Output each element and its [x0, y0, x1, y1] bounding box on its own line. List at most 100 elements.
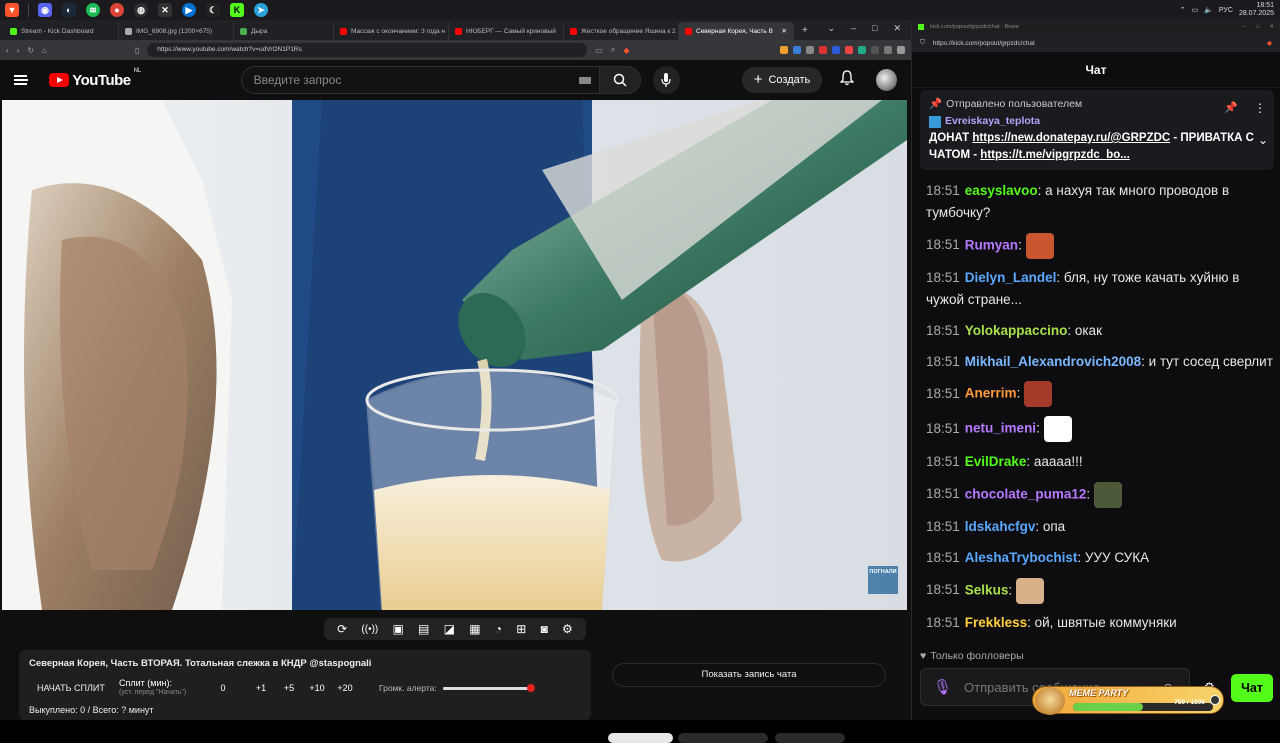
extension-icon[interactable] — [897, 46, 905, 54]
extension-icon[interactable] — [845, 46, 853, 54]
message-username[interactable]: chocolate_puma12 — [965, 486, 1087, 501]
search-button[interactable] — [599, 66, 642, 94]
message-username[interactable]: Mikhail_Alexandrovich2008 — [965, 354, 1141, 369]
close-window-icon[interactable]: ✕ — [1269, 24, 1274, 30]
increment-1-button[interactable]: +1 — [247, 683, 275, 693]
message-username[interactable]: ldskahcfgv — [965, 519, 1036, 534]
telegram-link[interactable]: https://t.me/vipgrpzdc_bo... — [980, 149, 1130, 161]
expand-chevron-icon[interactable]: ⌄ — [1258, 132, 1268, 149]
keyboard-lang[interactable]: РУС — [1219, 7, 1233, 14]
epic-icon[interactable]: ✕ — [158, 3, 172, 17]
chrome-icon[interactable]: ● — [110, 3, 124, 17]
message-username[interactable]: AleshaTrybochist — [965, 550, 1078, 565]
emote-icon[interactable] — [1093, 481, 1122, 508]
more-options-icon[interactable]: ⋮ — [1254, 100, 1266, 117]
broadcast-icon[interactable]: ((•)) — [361, 624, 378, 635]
ps-remote-icon[interactable]: ▶ — [182, 3, 196, 17]
start-split-button[interactable]: НАЧАТЬ СПЛИТ — [29, 683, 119, 693]
chat-url[interactable]: https://kick.com/popout/grpzdc/chat — [933, 40, 1035, 47]
obs-icon[interactable]: ◍ — [134, 3, 148, 17]
film-icon[interactable]: ▤ — [418, 622, 429, 636]
telegram-icon[interactable]: ➤ — [254, 3, 268, 17]
search-input[interactable]: Введите запрос — [240, 66, 600, 94]
video-player[interactable]: ПОГНАЛИ — [2, 100, 907, 610]
alert-volume-slider[interactable] — [442, 684, 535, 692]
message-username[interactable]: Yolokappaccino — [965, 323, 1068, 338]
tab-6-active[interactable]: Северная Корея, Часть В ✕ — [679, 22, 794, 40]
extension-icon[interactable] — [780, 46, 788, 54]
extension-icon[interactable] — [858, 46, 866, 54]
emote-icon[interactable] — [1024, 381, 1053, 408]
increment-20-button[interactable]: +20 — [331, 683, 359, 693]
url-field[interactable]: https://www.youtube.com/watch?v=udVrON1P… — [147, 43, 588, 57]
clock[interactable]: 18:51 28.07.2025 — [1239, 2, 1274, 18]
tab-0[interactable]: Stream - Kick Dashboard — [4, 22, 119, 40]
share-icon[interactable]: ▭ — [595, 46, 603, 55]
steam-icon[interactable]: ◐ — [62, 3, 76, 17]
send-chat-button[interactable]: Чат — [1231, 674, 1273, 702]
create-button[interactable]: + Создать — [741, 67, 823, 93]
resize-icon[interactable]: ◪ — [444, 622, 455, 636]
close-icon[interactable]: ✕ — [782, 27, 787, 35]
chip[interactable] — [775, 733, 845, 743]
brave-icon[interactable]: ▼ — [5, 3, 19, 17]
screen-eye-icon[interactable]: ▣ — [392, 622, 403, 636]
notifications-button[interactable] — [839, 69, 855, 91]
keyboard-icon[interactable] — [578, 77, 591, 84]
moonlight-icon[interactable]: ☾ — [206, 3, 220, 17]
speed-icon[interactable]: ◔ — [495, 622, 502, 636]
shield-icon[interactable]: ◆ — [623, 46, 629, 55]
shield-icon[interactable]: ◆ — [1267, 39, 1272, 47]
voice-search-button[interactable] — [653, 66, 680, 94]
maximize-icon[interactable]: □ — [1256, 24, 1259, 30]
emote-icon[interactable] — [1015, 577, 1044, 604]
add-frame-icon[interactable]: ⊞ — [516, 622, 526, 636]
unpin-icon[interactable]: 📌 — [1224, 100, 1238, 117]
microphone-icon[interactable]: 🎙 — [933, 678, 952, 696]
youtube-logo[interactable]: YouTube NL — [49, 68, 141, 89]
tab-5[interactable]: Жесткое обращение Яшина к 2 — [564, 22, 679, 40]
maximize-icon[interactable]: □ — [872, 23, 877, 34]
tab-3[interactable]: Массаж с окончанием: 3 года н — [334, 22, 449, 40]
increment-5-button[interactable]: +5 — [275, 683, 303, 693]
bookmark-icon[interactable]: ▯ — [135, 46, 139, 55]
reload-icon[interactable]: ↻ — [27, 46, 34, 55]
discord-icon[interactable]: ◉ — [38, 3, 52, 17]
loop-icon[interactable]: ⟳ — [337, 622, 347, 636]
tab-1[interactable]: IMG_6908.jpg (1200×675) — [119, 22, 234, 40]
message-username[interactable]: easyslavoo — [965, 183, 1038, 198]
message-username[interactable]: Dielyn_Landel — [965, 270, 1057, 285]
message-username[interactable]: Selkus — [965, 582, 1009, 597]
message-username[interactable]: Rumyan — [965, 237, 1018, 252]
chevron-up-icon[interactable]: ⌃ — [1180, 6, 1186, 14]
minimize-icon[interactable]: – — [851, 23, 856, 34]
spotify-icon[interactable]: ≋ — [86, 3, 100, 17]
menu-icon[interactable] — [14, 75, 29, 85]
minimize-icon[interactable]: – — [1243, 24, 1246, 30]
home-icon[interactable]: ⌂ — [42, 46, 47, 55]
kick-icon[interactable]: K — [230, 3, 244, 17]
gear-icon[interactable]: ⚙ — [562, 622, 573, 636]
tab-4[interactable]: НЮБЕРГ — Самый криновый — [449, 22, 564, 40]
zoom-icon[interactable]: ⌕ — [611, 45, 615, 55]
slider-knob[interactable] — [526, 684, 535, 692]
donate-link[interactable]: https://new.donatepay.ru/@GRPZDC — [972, 132, 1170, 144]
camera-icon[interactable]: ◙ — [541, 622, 548, 636]
back-icon[interactable]: ‹ — [6, 46, 9, 55]
site-info-icon[interactable]: ⛉ — [920, 39, 925, 47]
extension-icon[interactable] — [871, 46, 879, 54]
extension-icon[interactable] — [832, 46, 840, 54]
forward-icon[interactable]: › — [17, 46, 20, 55]
message-username[interactable]: Anerrim — [965, 386, 1017, 401]
message-username[interactable]: netu_imeni — [965, 421, 1036, 436]
close-window-icon[interactable]: ✕ — [893, 23, 901, 34]
chevron-down-icon[interactable]: ⌄ — [827, 23, 835, 34]
extension-icon[interactable] — [819, 46, 827, 54]
new-tab-icon[interactable]: + — [794, 25, 816, 40]
message-username[interactable]: Frekkless — [965, 615, 1027, 630]
split-minutes-value[interactable]: 0 — [209, 683, 237, 693]
message-username[interactable]: EvilDrake — [965, 454, 1027, 469]
chip[interactable] — [678, 733, 768, 743]
pinned-user[interactable]: Evreiskaya_teplota — [929, 113, 1265, 130]
film-strip-icon[interactable]: ▦ — [469, 622, 480, 636]
